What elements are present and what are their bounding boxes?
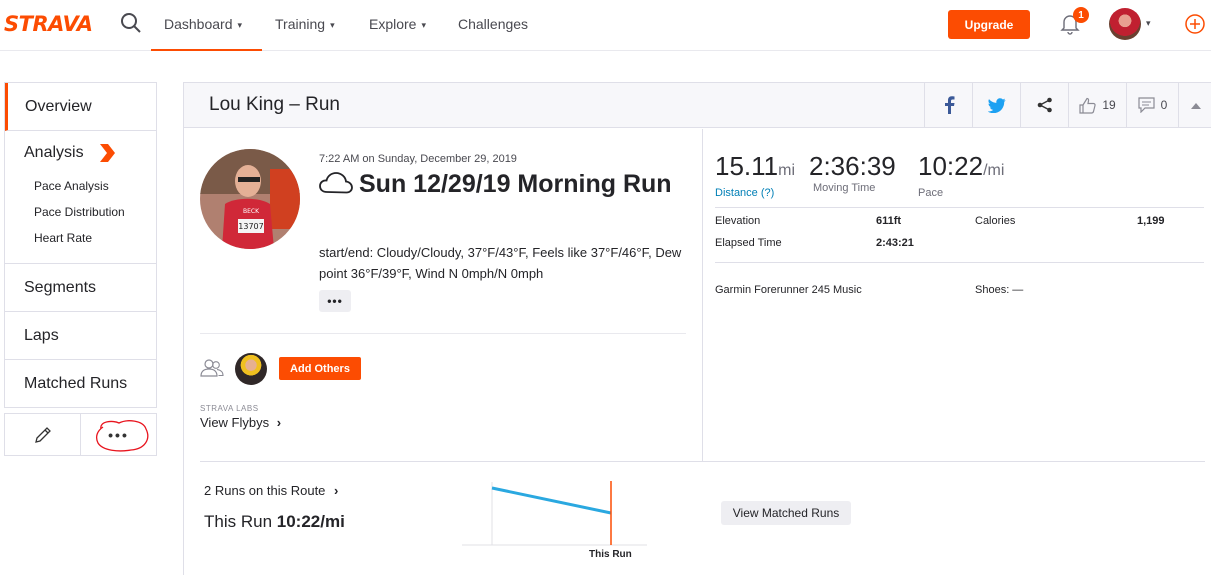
device-name: Garmin Forerunner 245 Music — [715, 284, 862, 296]
divider — [200, 333, 686, 334]
group-icon — [200, 359, 224, 377]
kudos-button[interactable]: 19 — [1068, 83, 1126, 127]
activity-header: Lou King – Run 19 0 — [184, 83, 1211, 128]
sidebar-item-analysis[interactable]: Analysis — [24, 141, 156, 165]
nav-challenges[interactable]: Challenges — [458, 16, 528, 32]
chevron-down-icon: ▾ — [330, 20, 335, 30]
stat-distance: 15.11mi Distance (?) — [715, 151, 796, 199]
chevron-right-icon: › — [334, 483, 339, 498]
upgrade-button[interactable]: Upgrade — [948, 10, 1030, 39]
stat-pace: 10:22/mi Pace — [918, 151, 1005, 199]
elevation-label: Elevation — [715, 215, 761, 227]
divider — [715, 262, 1204, 263]
sidebar-item-matched-runs[interactable]: Matched Runs — [5, 360, 156, 408]
chevron-down-icon: ▾ — [237, 20, 243, 30]
analysis-chevron-icon — [99, 144, 115, 162]
comment-count: 0 — [1160, 98, 1168, 112]
nav-training[interactable]: Training ▾ — [275, 16, 335, 32]
view-flybys-link[interactable]: View Flybys › — [200, 415, 281, 430]
weather-summary: start/end: Cloudy/Cloudy, 37°F/43°F, Fee… — [319, 245, 682, 281]
sidebar-item-heart-rate[interactable]: Heart Rate — [24, 225, 156, 251]
nav-dashboard[interactable]: Dashboard ▾ — [164, 16, 242, 32]
notification-badge: 1 — [1073, 7, 1089, 23]
collapse-icon — [1190, 102, 1201, 109]
pencil-icon — [34, 426, 51, 443]
svg-text:13707: 13707 — [238, 222, 263, 231]
pace-trend-line — [491, 486, 612, 515]
elapsed-time-value: 2:43:21 — [876, 237, 914, 249]
activity-datetime: 7:22 AM on Sunday, December 29, 2019 — [319, 153, 517, 165]
share-button[interactable] — [1020, 83, 1068, 127]
divider — [715, 207, 1204, 208]
chevron-down-icon: ▾ — [421, 20, 426, 30]
sidebar-item-laps[interactable]: Laps — [5, 312, 156, 360]
facebook-icon — [944, 96, 954, 114]
ellipsis-icon: ••• — [108, 426, 129, 443]
edit-button[interactable] — [5, 414, 80, 455]
page-title: Lou King – Run — [209, 94, 340, 115]
add-others-button[interactable]: Add Others — [279, 357, 361, 380]
user-avatar[interactable] — [1109, 8, 1141, 40]
group-member-avatar[interactable] — [235, 353, 267, 385]
sidebar-tools: ••• — [4, 413, 157, 456]
athlete-avatar[interactable]: 13707 BECK — [200, 149, 300, 249]
chart-this-run-label: This Run — [589, 549, 632, 560]
top-nav: STRAVA Dashboard ▾ Training ▾ Explore ▾ Cha… — [0, 0, 1211, 51]
active-nav-indicator — [151, 49, 262, 51]
collapse-button[interactable] — [1178, 83, 1211, 127]
nav-explore[interactable]: Explore ▾ — [369, 16, 426, 32]
elevation-value: 611ft — [876, 215, 902, 227]
this-run-pace: This Run 10:22/mi — [204, 512, 345, 531]
comment-icon — [1138, 97, 1155, 113]
shoes-info: Shoes: — — [975, 284, 1024, 296]
sidebar-item-segments[interactable]: Segments — [5, 264, 156, 312]
strava-logo[interactable]: STRAVA — [4, 12, 93, 36]
comments-button[interactable]: 0 — [1126, 83, 1178, 127]
facebook-share-button[interactable] — [924, 83, 972, 127]
more-actions-button[interactable]: ••• — [80, 414, 156, 455]
twitter-icon — [987, 97, 1005, 113]
add-circle-icon[interactable] — [1184, 13, 1206, 35]
cloud-icon — [319, 172, 353, 194]
more-details-button[interactable]: ••• — [319, 290, 351, 312]
activity-summary: 13707 BECK 7:22 AM on Sunday, December 2… — [184, 129, 703, 462]
sidebar-item-overview[interactable]: Overview — [5, 83, 156, 131]
activity-stats: 15.11mi Distance (?) 2:36:39 Moving Time… — [703, 129, 1211, 462]
sidebar-item-pace-analysis[interactable]: Pace Analysis — [24, 173, 156, 199]
elapsed-time-label: Elapsed Time — [715, 237, 782, 249]
search-icon[interactable] — [120, 12, 142, 34]
share-icon — [1037, 97, 1052, 113]
divider — [200, 461, 1205, 462]
kudos-count: 19 — [1102, 98, 1116, 112]
sidebar-analysis-group: Analysis Pace Analysis Pace Distribution… — [5, 131, 156, 264]
sidebar-item-pace-distribution[interactable]: Pace Distribution — [24, 199, 156, 225]
chevron-down-icon[interactable]: ▾ — [1146, 18, 1151, 29]
calories-label: Calories — [975, 215, 1016, 227]
sidebar-menu: Overview Analysis Pace Analysis Pace Dis… — [4, 82, 157, 408]
view-matched-runs-button[interactable]: View Matched Runs — [721, 501, 851, 525]
strava-labs-label: STRAVA LABS — [200, 404, 259, 413]
sidebar: Overview Analysis Pace Analysis Pace Dis… — [4, 82, 157, 408]
chevron-right-icon: › — [276, 415, 282, 430]
activity-title: Sun 12/29/19 Morning Run — [319, 167, 679, 201]
matched-route-link[interactable]: 2 Runs on this Route › — [204, 483, 338, 498]
distance-help-link[interactable]: Distance (?) — [715, 187, 795, 199]
twitter-share-button[interactable] — [972, 83, 1020, 127]
stat-moving-time: 2:36:39 Moving Time — [809, 151, 896, 194]
activity-panel: Lou King – Run 19 0 13707 BECK 7:22 AM o… — [183, 82, 1211, 575]
calories-value: 1,199 — [1137, 215, 1165, 227]
thumbs-up-icon — [1079, 97, 1096, 114]
svg-text:BECK: BECK — [243, 208, 260, 215]
